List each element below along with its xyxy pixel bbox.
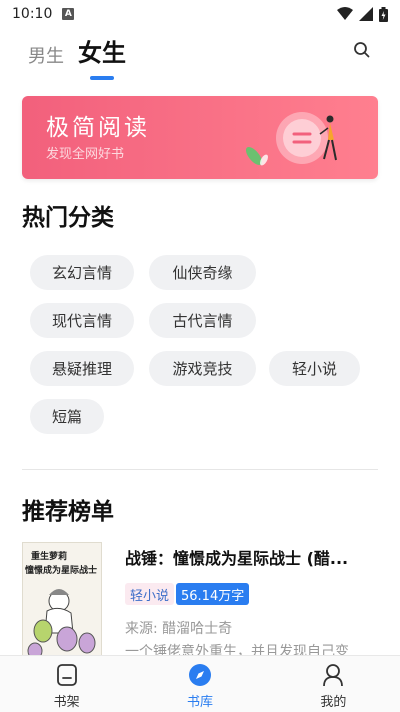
bookshelf-icon [56,664,77,686]
gender-tabs: 男生 女生 [28,34,126,74]
signal-icon [359,7,373,21]
tab-female[interactable]: 女生 [78,33,126,74]
promo-banner[interactable]: 极简阅读 发现全网好书 [22,96,378,179]
hot-categories-title: 热门分类 [22,205,114,231]
notification-icon: A [62,8,75,20]
book-category-badge: 轻小说 [125,583,175,605]
user-icon [323,664,344,687]
category-tag[interactable]: 短篇 [30,399,104,434]
category-tag[interactable]: 仙侠奇缘 [149,255,256,290]
nav-bookshelf[interactable]: 书架 [0,656,133,712]
banner-illustration [245,112,337,166]
category-tag[interactable]: 现代言情 [30,303,134,338]
category-tag[interactable]: 轻小说 [269,351,360,386]
category-tag[interactable]: 玄幻言情 [30,255,134,290]
search-icon[interactable] [352,40,372,60]
category-tag[interactable]: 悬疑推理 [30,351,134,386]
status-icons [337,6,388,22]
recommend-title: 推荐榜单 [22,499,114,525]
cover-illustration [27,589,96,656]
battery-icon [379,6,388,22]
nav-label: 书库 [186,695,213,710]
status-time: 10:10 [12,6,53,22]
category-tag[interactable]: 古代言情 [149,303,256,338]
book-cover[interactable]: 重生萝莉 憧憬成为星际战士 [22,542,102,657]
book-source: 来源: 醋溜哈士奇 [125,621,233,637]
book-title[interactable]: 战锤：憧憬成为星际战士 (醋... [125,545,375,569]
nav-library[interactable]: 书库 [133,656,266,712]
nav-label: 书架 [53,695,80,710]
tab-male[interactable]: 男生 [28,42,64,74]
section-divider [22,469,378,470]
book-wordcount-badge: 56.14万字 [176,583,250,605]
nav-label: 我的 [320,695,347,710]
banner-subtitle: 发现全网好书 [46,147,125,162]
bottom-nav: 书架 书库 我的 [0,655,400,712]
compass-icon [188,664,211,686]
status-bar: 10:10 A [0,0,400,28]
banner-title: 极简阅读 [46,115,150,141]
nav-profile[interactable]: 我的 [267,656,400,712]
wifi-icon [337,7,353,20]
category-tag[interactable]: 游戏竞技 [149,351,256,386]
